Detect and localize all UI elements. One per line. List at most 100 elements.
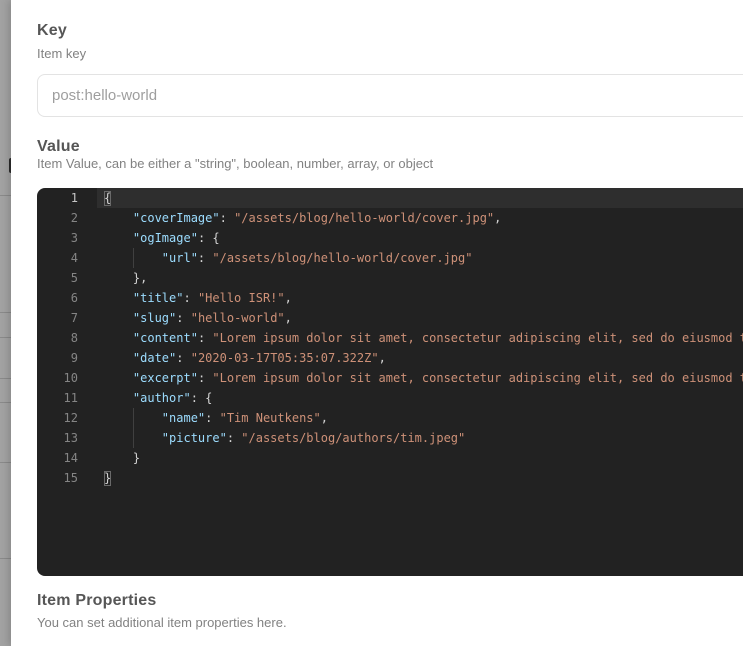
code-text: } [104, 468, 111, 488]
code-text: "url": "/assets/blog/hello-world/cover.j… [104, 248, 473, 268]
token-punc: : { [197, 231, 220, 245]
key-section-title: Key [37, 22, 67, 39]
background-row-divider [0, 195, 11, 196]
token-punc: : [219, 211, 235, 225]
token-punc: : [226, 431, 242, 445]
code-text: "excerpt": "Lorem ipsum dolor sit amet, … [104, 368, 743, 388]
token-punc: }, [132, 271, 148, 285]
line-number: 5 [70, 271, 78, 285]
token-punc: : [176, 351, 191, 365]
editor-line-4[interactable]: 4 "url": "/assets/blog/hello-world/cover… [37, 248, 743, 268]
background-row-divider [0, 558, 11, 559]
editor-line-9[interactable]: 9 "date": "2020-03-17T05:35:07.322Z", [37, 348, 743, 368]
json-value-editor[interactable]: 1{2 "coverImage": "/assets/blog/hello-wo… [37, 188, 743, 576]
token-str: "/assets/blog/authors/tim.jpeg" [241, 431, 466, 445]
token-punc: , [494, 211, 502, 225]
editor-line-14[interactable]: 14 } [37, 448, 743, 468]
editor-line-1[interactable]: 1{ [37, 188, 743, 208]
token-key: "coverImage" [132, 211, 220, 225]
editor-line-8[interactable]: 8 "content": "Lorem ipsum dolor sit amet… [37, 328, 743, 348]
background-row-divider [0, 378, 11, 379]
token-str: "2020-03-17T05:35:07.322Z" [190, 351, 379, 365]
background-row-divider [0, 402, 11, 403]
item-properties-title: Item Properties [37, 592, 157, 609]
code-text: } [104, 448, 140, 468]
token-key: "excerpt" [132, 371, 198, 385]
key-section-description: Item key [37, 46, 87, 61]
line-number: 12 [63, 411, 78, 425]
value-section-description: Item Value, can be either a "string", bo… [37, 156, 434, 171]
line-number: 7 [70, 311, 78, 325]
token-str: "/assets/blog/hello-world/cover.jpg" [212, 251, 473, 265]
code-text: "ogImage": { [104, 228, 220, 248]
token-punc: , [378, 351, 386, 365]
line-number: 4 [70, 251, 78, 265]
token-str: "hello-world" [190, 311, 285, 325]
code-text: "coverImage": "/assets/blog/hello-world/… [104, 208, 501, 228]
background-list-edge [0, 0, 11, 646]
token-key: "author" [132, 391, 191, 405]
value-section-title: Value [37, 138, 80, 155]
editor-line-11[interactable]: 11 "author": { [37, 388, 743, 408]
editor-line-12[interactable]: 12 "name": "Tim Neutkens", [37, 408, 743, 428]
bracket-match: { [104, 191, 112, 205]
token-key: "slug" [132, 311, 177, 325]
token-key: "name" [161, 411, 206, 425]
token-punc: : [176, 311, 191, 325]
editor-line-15[interactable]: 15} [37, 468, 743, 488]
editor-line-2[interactable]: 2 "coverImage": "/assets/blog/hello-worl… [37, 208, 743, 228]
token-punc: : [183, 291, 198, 305]
code-text: "slug": "hello-world", [104, 308, 292, 328]
line-number: 8 [70, 331, 78, 345]
editor-line-13[interactable]: 13 "picture": "/assets/blog/authors/tim.… [37, 428, 743, 448]
token-str: "Tim Neutkens" [219, 411, 321, 425]
code-text: "picture": "/assets/blog/authors/tim.jpe… [104, 428, 465, 448]
token-punc: , [320, 411, 328, 425]
token-str: "Lorem ipsum dolor sit amet, consectetur… [212, 371, 743, 385]
token-punc: } [132, 451, 141, 465]
token-key: "date" [132, 351, 177, 365]
code-text: }, [104, 268, 147, 288]
line-number: 3 [70, 231, 78, 245]
token-key: "content" [132, 331, 198, 345]
current-line-highlight [97, 188, 743, 208]
code-text: "name": "Tim Neutkens", [104, 408, 328, 428]
line-number: 11 [63, 391, 78, 405]
token-punc: : { [190, 391, 213, 405]
edit-item-panel: Key Item key Value Item Value, can be ei… [11, 0, 743, 646]
editor-line-5[interactable]: 5 }, [37, 268, 743, 288]
line-number: 1 [70, 191, 78, 205]
editor-line-7[interactable]: 7 "slug": "hello-world", [37, 308, 743, 328]
line-number: 10 [63, 371, 78, 385]
editor-lines: 1{2 "coverImage": "/assets/blog/hello-wo… [37, 188, 743, 488]
token-key: "picture" [161, 431, 227, 445]
line-number: 9 [70, 351, 78, 365]
editor-line-6[interactable]: 6 "title": "Hello ISR!", [37, 288, 743, 308]
token-key: "ogImage" [132, 231, 198, 245]
token-punc: : [205, 411, 220, 425]
background-row-divider [0, 312, 11, 313]
editor-line-10[interactable]: 10 "excerpt": "Lorem ipsum dolor sit ame… [37, 368, 743, 388]
token-punc: : [197, 331, 213, 345]
line-number: 2 [70, 211, 78, 225]
token-str: "Hello ISR!" [197, 291, 285, 305]
line-number: 14 [63, 451, 78, 465]
bracket-match: } [104, 471, 112, 485]
token-punc: , [284, 291, 292, 305]
item-key-input[interactable] [37, 74, 743, 117]
line-number: 13 [63, 431, 78, 445]
token-punc: : [197, 251, 213, 265]
code-text: { [104, 188, 111, 208]
token-key: "title" [132, 291, 184, 305]
code-text: "date": "2020-03-17T05:35:07.322Z", [104, 348, 386, 368]
code-text: "author": { [104, 388, 212, 408]
token-str: "/assets/blog/hello-world/cover.jpg" [234, 211, 495, 225]
token-str: "Lorem ipsum dolor sit amet, consectetur… [212, 331, 743, 345]
code-text: "title": "Hello ISR!", [104, 288, 292, 308]
background-row-divider [0, 337, 11, 338]
token-punc: , [284, 311, 292, 325]
line-number: 6 [70, 291, 78, 305]
code-text: "content": "Lorem ipsum dolor sit amet, … [104, 328, 743, 348]
token-key: "url" [161, 251, 198, 265]
editor-line-3[interactable]: 3 "ogImage": { [37, 228, 743, 248]
